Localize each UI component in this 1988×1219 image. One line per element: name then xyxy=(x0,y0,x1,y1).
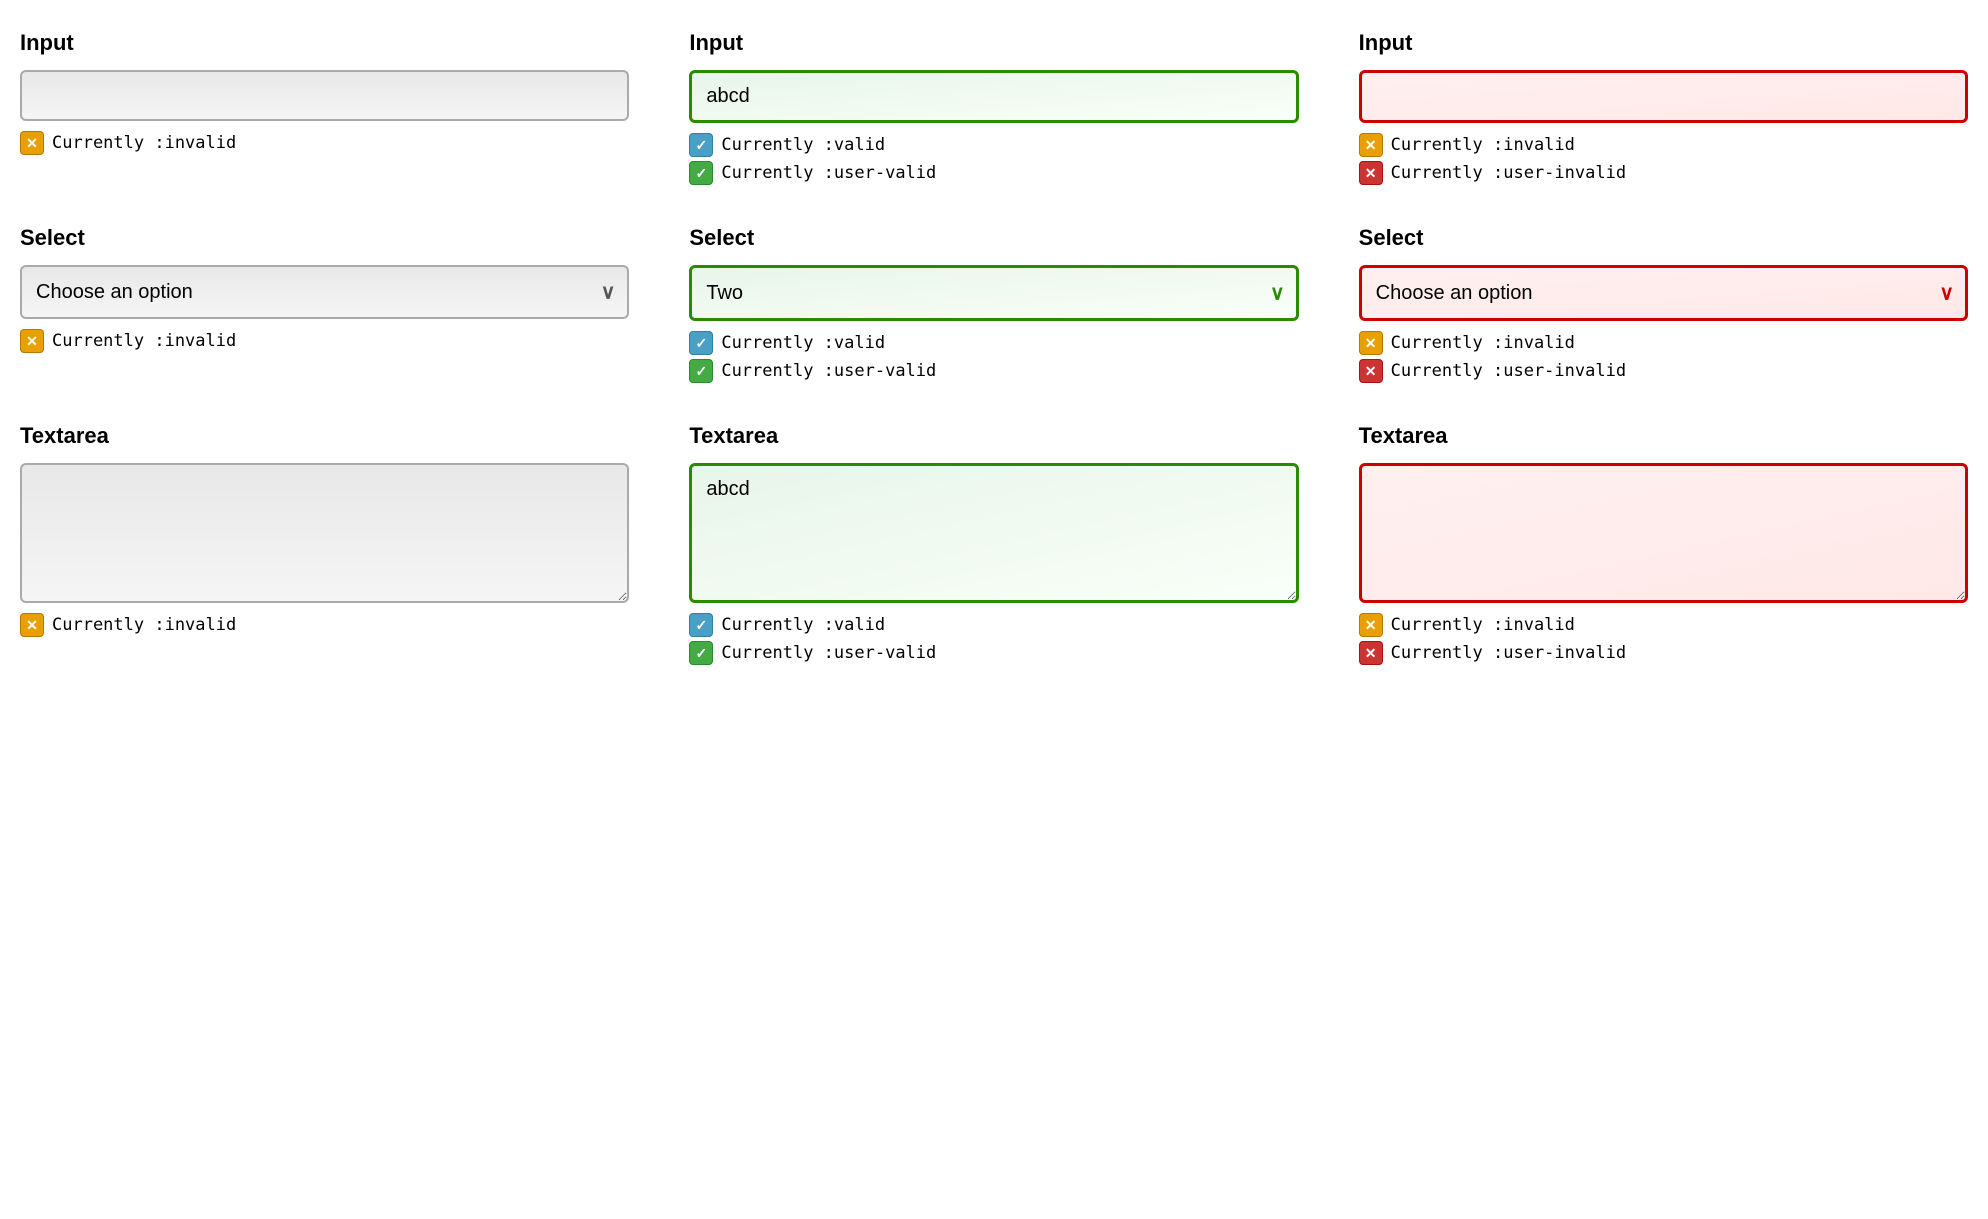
status-item-valid-select-1: ✓ Currently :user-valid xyxy=(689,359,1298,383)
section-label-valid-textarea: Textarea xyxy=(689,423,1298,449)
status-text-invalid-input-1: Currently :user-invalid xyxy=(1391,163,1626,183)
textarea-field-invalid[interactable] xyxy=(1359,463,1968,603)
status-badge-blue-icon: ✓ xyxy=(689,133,713,157)
status-text-valid-select-1: Currently :user-valid xyxy=(721,361,936,381)
status-text-default-textarea-0: Currently :invalid xyxy=(52,615,236,635)
status-item-invalid-textarea-0: ✕ Currently :invalid xyxy=(1359,613,1968,637)
status-badge-green-icon: ✓ xyxy=(689,161,713,185)
cell-valid-select: Select Choose an optionOneTwoThree∨ ✓ Curre… xyxy=(689,225,1298,383)
status-list-valid-input: ✓ Currently :valid ✓ Currently :user-valid xyxy=(689,133,1298,185)
status-item-default-select-0: ✕ Currently :invalid xyxy=(20,329,629,353)
select-field-valid[interactable]: Choose an optionOneTwoThree xyxy=(689,265,1298,321)
status-text-valid-input-0: Currently :valid xyxy=(721,135,885,155)
cell-valid-textarea: Textarea ✓ Currently :valid ✓ Currently :use… xyxy=(689,423,1298,665)
input-field-valid[interactable] xyxy=(689,70,1298,123)
cell-valid-input: Input ✓ Currently :valid ✓ Currently :user-v… xyxy=(689,30,1298,185)
section-label-invalid-textarea: Textarea xyxy=(1359,423,1968,449)
status-badge-orange-icon: ✕ xyxy=(1359,613,1383,637)
status-badge-red-icon: ✕ xyxy=(1359,641,1383,665)
status-text-default-select-0: Currently :invalid xyxy=(52,331,236,351)
status-badge-green-icon: ✓ xyxy=(689,359,713,383)
textarea-field-default[interactable] xyxy=(20,463,629,603)
section-label-default-select: Select xyxy=(20,225,629,251)
status-text-invalid-input-0: Currently :invalid xyxy=(1391,135,1575,155)
status-text-invalid-textarea-0: Currently :invalid xyxy=(1391,615,1575,635)
input-field-default[interactable] xyxy=(20,70,629,121)
status-badge-orange-icon: ✕ xyxy=(1359,331,1383,355)
status-badge-orange-icon: ✕ xyxy=(20,329,44,353)
cell-invalid-textarea: Textarea ✕ Currently :invalid ✕ Currently :u… xyxy=(1359,423,1968,665)
status-badge-orange-icon: ✕ xyxy=(20,613,44,637)
cell-default-input: Input ✕ Currently :invalid xyxy=(20,30,629,185)
status-badge-blue-icon: ✓ xyxy=(689,613,713,637)
section-label-default-textarea: Textarea xyxy=(20,423,629,449)
status-list-valid-textarea: ✓ Currently :valid ✓ Currently :user-valid xyxy=(689,613,1298,665)
status-text-invalid-select-1: Currently :user-invalid xyxy=(1391,361,1626,381)
select-field-default[interactable]: Choose an optionOneTwoThree xyxy=(20,265,629,319)
section-label-invalid-select: Select xyxy=(1359,225,1968,251)
status-list-valid-select: ✓ Currently :valid ✓ Currently :user-valid xyxy=(689,331,1298,383)
status-text-valid-textarea-1: Currently :user-valid xyxy=(721,643,936,663)
status-list-default-input: ✕ Currently :invalid xyxy=(20,131,629,155)
status-text-valid-textarea-0: Currently :valid xyxy=(721,615,885,635)
section-label-valid-select: Select xyxy=(689,225,1298,251)
section-label-default-input: Input xyxy=(20,30,629,56)
status-item-valid-select-0: ✓ Currently :valid xyxy=(689,331,1298,355)
status-item-invalid-textarea-1: ✕ Currently :user-invalid xyxy=(1359,641,1968,665)
status-item-valid-textarea-1: ✓ Currently :user-valid xyxy=(689,641,1298,665)
select-wrapper-default: Choose an optionOneTwoThree∨ xyxy=(20,265,629,319)
status-badge-red-icon: ✕ xyxy=(1359,161,1383,185)
cell-invalid-input: Input ✕ Currently :invalid ✕ Currently :user… xyxy=(1359,30,1968,185)
status-badge-orange-icon: ✕ xyxy=(1359,133,1383,157)
main-grid: Input ✕ Currently :invalid Select Choose an … xyxy=(20,30,1968,665)
section-label-invalid-input: Input xyxy=(1359,30,1968,56)
status-list-default-textarea: ✕ Currently :invalid xyxy=(20,613,629,637)
status-badge-red-icon: ✕ xyxy=(1359,359,1383,383)
status-text-invalid-select-0: Currently :invalid xyxy=(1391,333,1575,353)
status-text-default-input-0: Currently :invalid xyxy=(52,133,236,153)
status-item-valid-input-0: ✓ Currently :valid xyxy=(689,133,1298,157)
status-badge-green-icon: ✓ xyxy=(689,641,713,665)
status-item-valid-input-1: ✓ Currently :user-valid xyxy=(689,161,1298,185)
status-badge-orange-icon: ✕ xyxy=(20,131,44,155)
input-field-invalid[interactable] xyxy=(1359,70,1968,123)
status-text-invalid-textarea-1: Currently :user-invalid xyxy=(1391,643,1626,663)
status-item-default-input-0: ✕ Currently :invalid xyxy=(20,131,629,155)
status-list-invalid-select: ✕ Currently :invalid ✕ Currently :user-inva… xyxy=(1359,331,1968,383)
status-item-invalid-select-1: ✕ Currently :user-invalid xyxy=(1359,359,1968,383)
status-item-valid-textarea-0: ✓ Currently :valid xyxy=(689,613,1298,637)
select-wrapper-valid: Choose an optionOneTwoThree∨ xyxy=(689,265,1298,321)
status-item-invalid-input-0: ✕ Currently :invalid xyxy=(1359,133,1968,157)
status-text-valid-select-0: Currently :valid xyxy=(721,333,885,353)
select-field-invalid[interactable]: Choose an optionOneTwoThree xyxy=(1359,265,1968,321)
status-list-default-select: ✕ Currently :invalid xyxy=(20,329,629,353)
status-list-invalid-input: ✕ Currently :invalid ✕ Currently :user-inva… xyxy=(1359,133,1968,185)
section-label-valid-input: Input xyxy=(689,30,1298,56)
cell-default-textarea: Textarea ✕ Currently :invalid xyxy=(20,423,629,665)
status-item-default-textarea-0: ✕ Currently :invalid xyxy=(20,613,629,637)
status-item-invalid-input-1: ✕ Currently :user-invalid xyxy=(1359,161,1968,185)
select-wrapper-invalid: Choose an optionOneTwoThree∨ xyxy=(1359,265,1968,321)
textarea-field-valid[interactable] xyxy=(689,463,1298,603)
status-text-valid-input-1: Currently :user-valid xyxy=(721,163,936,183)
status-item-invalid-select-0: ✕ Currently :invalid xyxy=(1359,331,1968,355)
cell-invalid-select: Select Choose an optionOneTwoThree∨ ✕ Curre… xyxy=(1359,225,1968,383)
status-badge-blue-icon: ✓ xyxy=(689,331,713,355)
cell-default-select: Select Choose an optionOneTwoThree∨ ✕ Curre… xyxy=(20,225,629,383)
status-list-invalid-textarea: ✕ Currently :invalid ✕ Currently :user-inva… xyxy=(1359,613,1968,665)
